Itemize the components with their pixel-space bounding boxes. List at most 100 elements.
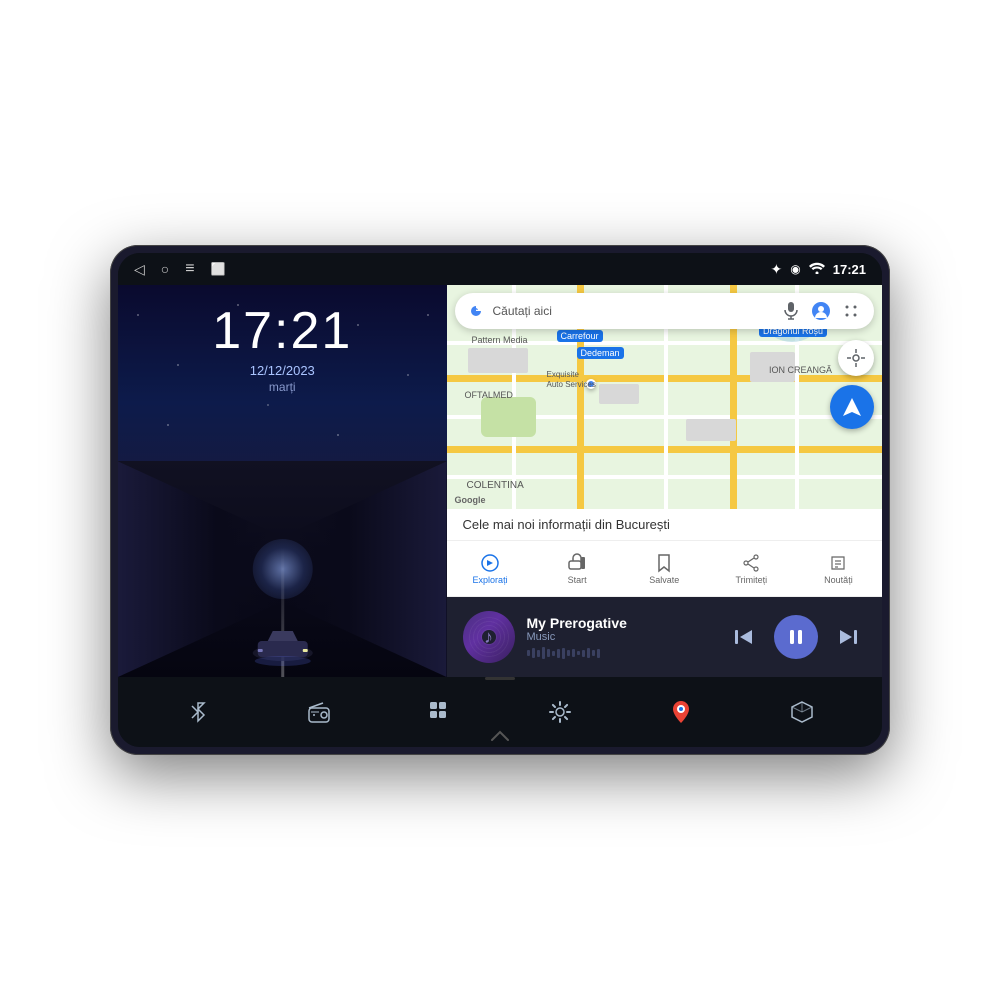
dock-bluetooth[interactable]	[173, 687, 223, 737]
tab-noutati[interactable]: Noutăți	[795, 541, 882, 596]
dedeman-label: Dedeman	[577, 347, 624, 359]
oftalmed-label: OFTALMED	[465, 390, 513, 400]
dock-settings[interactable]	[535, 687, 585, 737]
waveform-bar	[567, 650, 570, 656]
explore-icon	[480, 553, 500, 573]
waveform-bar	[562, 648, 565, 659]
menu-nav-icon[interactable]: ≡	[185, 260, 194, 278]
tab-salvate[interactable]: Salvate	[621, 541, 708, 596]
clock-date: 12/12/2023	[212, 363, 352, 378]
tab-start-label: Start	[568, 575, 587, 585]
start-icon	[567, 553, 587, 573]
music-info: My Prerogative Music	[527, 615, 714, 659]
back-nav-icon[interactable]: ◁	[134, 261, 145, 278]
waveform-bar	[547, 649, 550, 657]
dock-apps[interactable]	[415, 687, 465, 737]
previous-button[interactable]	[726, 619, 762, 655]
right-panel: Pattern Media Carrefour Dedeman Dragonul…	[447, 285, 882, 677]
tab-explorati-label: Explorați	[473, 575, 508, 585]
waveform-bar	[597, 649, 600, 658]
waveform-bar	[532, 648, 535, 658]
bluetooth-status-icon: ✦	[771, 261, 783, 278]
next-button[interactable]	[830, 619, 866, 655]
tab-start[interactable]: Start	[534, 541, 621, 596]
map-location-button[interactable]	[838, 340, 874, 376]
waveform-bar	[577, 651, 580, 655]
previous-icon	[733, 626, 755, 648]
google-maps-logo: G	[467, 302, 485, 320]
music-waveform	[527, 647, 714, 659]
bluetooth-icon	[184, 698, 212, 726]
tab-trimiteti[interactable]: Trimiteți	[708, 541, 795, 596]
next-icon	[837, 626, 859, 648]
music-controls	[726, 615, 866, 659]
waveform-bar	[537, 650, 540, 657]
share-icon	[741, 553, 761, 573]
location-status-icon: ◉	[790, 262, 800, 276]
waveform-bar	[542, 647, 545, 659]
waveform-bar	[527, 650, 530, 656]
radio-icon	[305, 698, 333, 726]
dock-google-maps[interactable]	[656, 687, 706, 737]
waveform-bar	[552, 651, 555, 656]
car-tunnel-image	[118, 461, 447, 677]
account-button[interactable]	[810, 300, 832, 322]
voice-search-button[interactable]	[780, 300, 802, 322]
colentina-label: COLENTINA	[467, 480, 524, 491]
cube-icon	[788, 698, 816, 726]
maps-section[interactable]: Pattern Media Carrefour Dedeman Dragonul…	[447, 285, 882, 509]
apps-icon	[426, 698, 454, 726]
tab-explorati[interactable]: Explorați	[447, 541, 534, 596]
home-nav-icon[interactable]: ○	[161, 261, 169, 277]
left-panel: 17:21 12/12/2023 marți	[118, 285, 447, 677]
screenshot-nav-icon[interactable]: ⬜	[211, 262, 226, 276]
svg-text:G: G	[471, 307, 479, 318]
maps-search-input[interactable]: Căutați aici	[493, 304, 772, 318]
device-screen: ◁ ○ ≡ ⬜ ✦ ◉ 17:21	[118, 253, 882, 747]
status-bar: ◁ ○ ≡ ⬜ ✦ ◉ 17:21	[118, 253, 882, 285]
music-player: ♪ My Prerogative Music	[447, 597, 882, 677]
google-maps-dock-icon	[667, 698, 695, 726]
music-note-icon: ♪	[484, 627, 493, 648]
device-frame: ◁ ○ ≡ ⬜ ✦ ◉ 17:21	[110, 245, 890, 755]
maps-search-bar[interactable]: G Căutați aici	[455, 293, 874, 329]
main-content: 17:21 12/12/2023 marți	[118, 285, 882, 677]
exquisite-label: ExquisiteAuto Services	[547, 370, 596, 391]
music-title: My Prerogative	[527, 615, 714, 631]
waveform-bar	[572, 649, 575, 657]
maps-menu-button[interactable]	[840, 300, 862, 322]
maps-search-actions	[780, 300, 862, 322]
tunnel-perspective	[118, 461, 447, 677]
pause-icon	[785, 626, 807, 648]
dock-radio[interactable]	[294, 687, 344, 737]
waveform-bar	[557, 649, 560, 658]
pattern-media-label: Pattern Media	[472, 335, 528, 345]
bottom-dock	[118, 677, 882, 747]
google-watermark: Google	[455, 495, 486, 505]
music-subtitle: Music	[527, 631, 714, 643]
album-art: ♪	[463, 611, 515, 663]
waveform-bar	[592, 650, 595, 656]
maps-info-header: Cele mai noi informații din București	[447, 509, 882, 541]
saved-icon	[654, 553, 674, 573]
swipe-up-indicator[interactable]	[490, 729, 510, 745]
clock-section: 17:21 12/12/2023 marți	[212, 305, 352, 394]
tab-noutati-label: Noutăți	[824, 575, 853, 585]
tab-salvate-label: Salvate	[649, 575, 679, 585]
wifi-status-icon	[809, 262, 825, 277]
clock-time: 17:21	[212, 305, 352, 357]
clock-day: marți	[212, 380, 352, 394]
waveform-bar	[582, 650, 585, 657]
news-icon	[828, 553, 848, 573]
dock-divider	[485, 677, 515, 680]
status-time: 17:21	[833, 262, 866, 277]
map-navigate-button[interactable]	[830, 385, 874, 429]
chevron-up-icon	[490, 730, 510, 742]
dock-3d[interactable]	[777, 687, 827, 737]
tab-trimiteti-label: Trimiteți	[736, 575, 768, 585]
play-pause-button[interactable]	[774, 615, 818, 659]
ion-creanga-label: ION CREANGĂ	[769, 365, 832, 375]
maps-nav-tabs: Explorați Start	[447, 541, 882, 597]
waveform-bar	[587, 648, 590, 658]
maps-info-text: Cele mai noi informații din București	[463, 517, 670, 532]
